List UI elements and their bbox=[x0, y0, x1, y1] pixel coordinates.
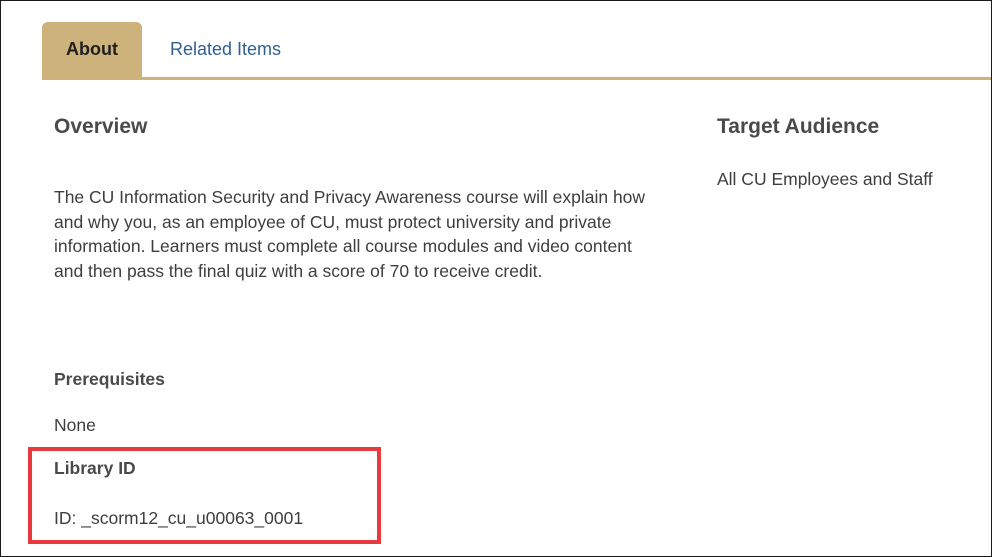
tab-about[interactable]: About bbox=[42, 22, 142, 77]
tab-divider bbox=[42, 77, 991, 80]
overview-heading: Overview bbox=[54, 115, 148, 138]
page-frame: About Related Items Overview The CU Info… bbox=[0, 0, 992, 557]
prerequisites-label: Prerequisites bbox=[54, 369, 165, 389]
library-id-highlight bbox=[28, 447, 381, 544]
prerequisites-value: None bbox=[54, 415, 96, 435]
overview-description: The CU Information Security and Privacy … bbox=[54, 187, 646, 281]
tab-bar: About Related Items bbox=[42, 22, 991, 77]
tab-related-items-label: Related Items bbox=[170, 39, 282, 59]
tab-related-items[interactable]: Related Items bbox=[154, 22, 314, 77]
target-audience-value: All CU Employees and Staff bbox=[717, 169, 933, 189]
tab-about-label: About bbox=[66, 39, 118, 59]
overview-section: Overview The CU Information Security and… bbox=[54, 113, 654, 528]
target-audience-heading: Target Audience bbox=[717, 115, 880, 138]
target-audience-section: Target Audience All CU Employees and Sta… bbox=[717, 113, 987, 189]
